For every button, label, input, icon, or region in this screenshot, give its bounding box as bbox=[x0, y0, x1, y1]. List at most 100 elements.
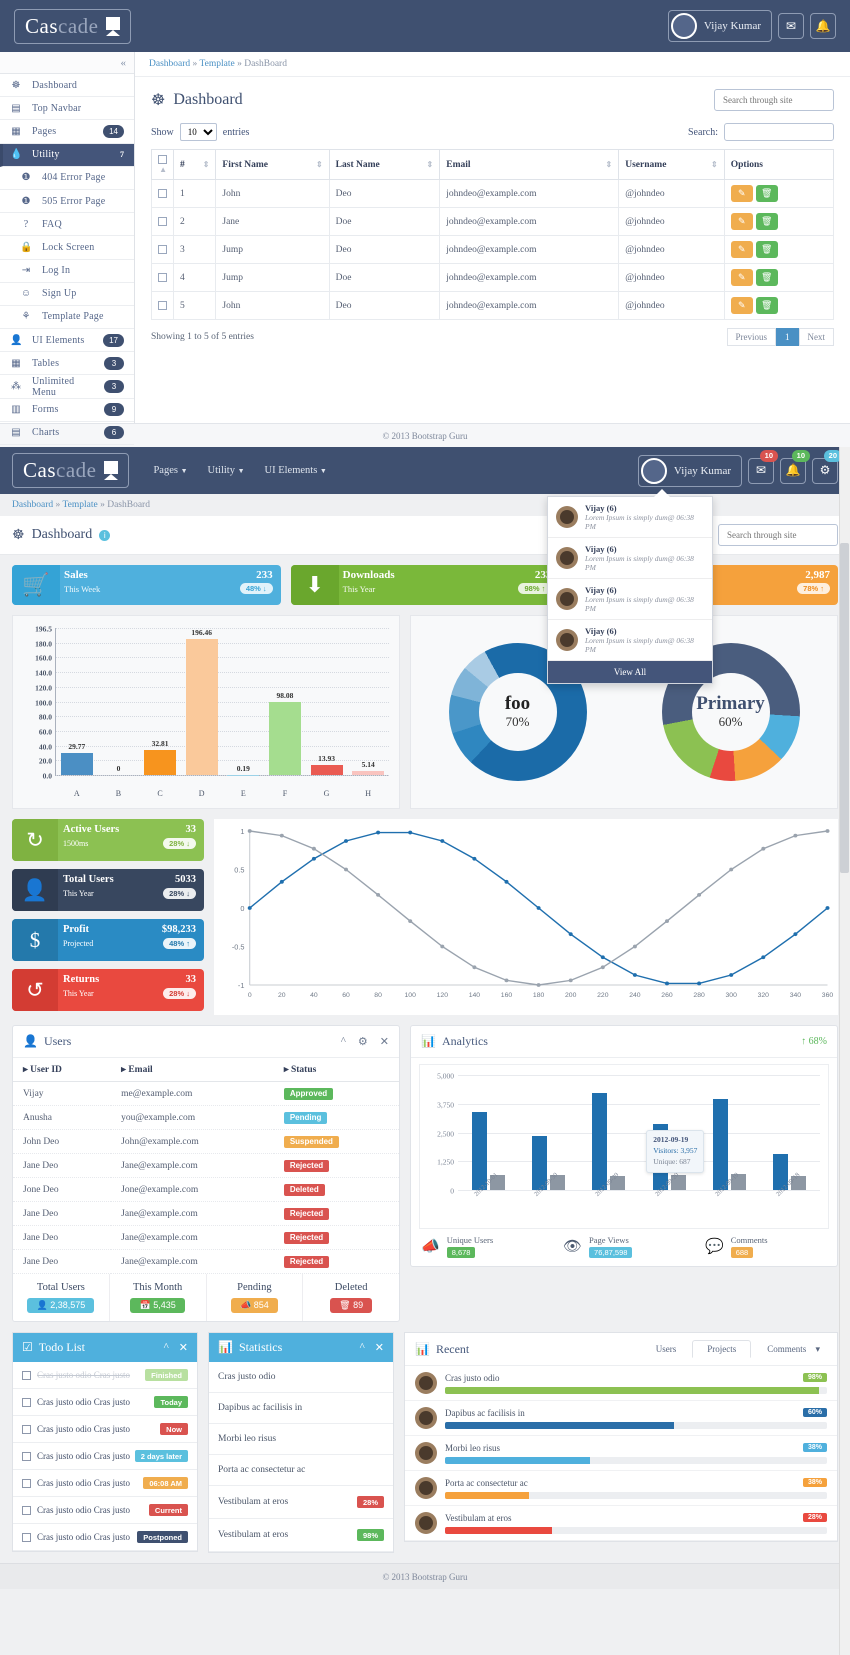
users-col-email[interactable]: ▸ Email bbox=[111, 1058, 274, 1082]
trash-icon[interactable]: 🗑 bbox=[755, 213, 778, 230]
row-checkbox-cell[interactable] bbox=[151, 291, 174, 320]
row-checkbox-cell[interactable] bbox=[151, 235, 174, 264]
breadcrumb-dashboard[interactable]: Dashboard bbox=[149, 59, 190, 69]
stat-card-downloads[interactable]: ⬇ Downloads 233 This Year 98% ↑ bbox=[290, 565, 560, 605]
tab-users[interactable]: Users bbox=[642, 1341, 691, 1357]
chevron-up-icon[interactable]: ^ bbox=[341, 1035, 346, 1048]
select-all-checkbox[interactable] bbox=[158, 155, 167, 165]
close-icon[interactable]: ✕ bbox=[380, 1035, 389, 1048]
todo-checkbox[interactable] bbox=[22, 1532, 31, 1542]
edit-icon[interactable]: ✎ bbox=[730, 269, 753, 286]
table-row[interactable]: 1 John Deo johndeo@example.com @johndeo … bbox=[151, 179, 835, 208]
edit-icon[interactable]: ✎ bbox=[730, 241, 753, 258]
stat-card-sales[interactable]: 🛒 Sales 233 This Week 48% ↓ bbox=[12, 565, 281, 605]
recent-item[interactable]: Porta ac consectetur ac 38% bbox=[405, 1471, 837, 1506]
sidebar-item-unlimited-menu[interactable]: ⁂ Unlimited Menu 3 bbox=[0, 375, 134, 399]
trash-icon[interactable]: 🗑 bbox=[755, 269, 778, 286]
table-row[interactable]: 3 Jump Deo johndeo@example.com @johndeo … bbox=[151, 235, 835, 264]
breadcrumb-dashboard-2[interactable]: Dashboard bbox=[12, 500, 53, 510]
todo-item[interactable]: Cras justo odio Cras justo Finished bbox=[13, 1362, 197, 1389]
notification-item[interactable]: Vijay (6) Lorem Ipsum is simply dum@ 06:… bbox=[548, 579, 712, 620]
todo-checkbox[interactable] bbox=[22, 1424, 31, 1434]
todo-checkbox[interactable] bbox=[22, 1370, 31, 1380]
brand-logo[interactable]: Cascade bbox=[14, 8, 132, 44]
sidebar-item-template-page[interactable]: ⚘ Template Page bbox=[0, 306, 134, 330]
recent-item[interactable]: Cras justo odio 98% bbox=[405, 1366, 837, 1401]
statistics-item[interactable]: Vestibulam at eros 98% bbox=[209, 1519, 393, 1552]
row-checkbox[interactable] bbox=[158, 188, 167, 198]
todo-checkbox[interactable] bbox=[22, 1397, 31, 1407]
sidebar-item-lock-screen[interactable]: 🔒 Lock Screen bbox=[0, 236, 134, 260]
bar[interactable] bbox=[60, 752, 93, 775]
page-1-button[interactable]: 1 bbox=[776, 328, 799, 346]
small-card-active users[interactable]: ↻ Active Users 33 1500ms 28% ↓ bbox=[12, 819, 204, 861]
sidebar-item-forms[interactable]: ▥ Forms 9 bbox=[0, 399, 134, 422]
table-row[interactable]: 2 Jane Doe johndeo@example.com @johndeo … bbox=[151, 207, 835, 236]
select-all-header[interactable]: ▲ bbox=[151, 149, 174, 180]
edit-icon[interactable]: ✎ bbox=[730, 185, 753, 202]
sidebar-item-utility[interactable]: 💧 Utility 7 bbox=[0, 143, 134, 167]
todo-item[interactable]: Cras justo odio Cras justo Postponed bbox=[13, 1524, 197, 1551]
sidebar-item-505-error-page[interactable]: ❶ 505 Error Page bbox=[0, 190, 134, 214]
statistics-item[interactable]: Vestibulam at eros 28% bbox=[209, 1486, 393, 1519]
small-card-profit[interactable]: $ Profit $98,233 Projected 48% ↑ bbox=[12, 919, 204, 961]
user-menu-2[interactable]: Vijay Kumar bbox=[637, 454, 742, 487]
sidebar-item-sign-up[interactable]: ☺ Sign Up bbox=[0, 283, 134, 306]
recent-item[interactable]: Vestibulam at eros 28% bbox=[405, 1506, 837, 1541]
bar-visitors[interactable] bbox=[712, 1099, 728, 1190]
row-checkbox[interactable] bbox=[158, 272, 167, 282]
recent-item[interactable]: Morbi leo risus 38% bbox=[405, 1436, 837, 1471]
row-checkbox[interactable] bbox=[158, 216, 167, 226]
gears-icon[interactable]: ⚙ 20 bbox=[812, 449, 842, 484]
table-row[interactable]: 5 John Deo johndeo@example.com @johndeo … bbox=[151, 291, 835, 320]
bar[interactable] bbox=[268, 701, 301, 775]
bar-visitors[interactable] bbox=[471, 1112, 487, 1190]
breadcrumb-template-2[interactable]: Template bbox=[63, 500, 98, 510]
table-row[interactable]: John Deo John@example.com Suspended bbox=[13, 1129, 399, 1154]
bell-icon[interactable]: 🔔 10 bbox=[780, 449, 810, 484]
todo-item[interactable]: Cras justo odio Cras justo 2 days later bbox=[13, 1443, 197, 1470]
col-lastname[interactable]: Last Name ⇕ bbox=[328, 149, 441, 180]
nav-item-pages[interactable]: Pages ▼ bbox=[153, 465, 187, 476]
brand-logo-2[interactable]: Cascade bbox=[12, 453, 130, 488]
table-row[interactable]: 4 Jump Doe johndeo@example.com @johndeo … bbox=[151, 263, 835, 292]
col-num[interactable]: # ⇕ bbox=[172, 149, 217, 180]
row-checkbox-cell[interactable] bbox=[151, 263, 174, 292]
envelope-icon[interactable]: ✉ bbox=[778, 13, 804, 39]
nav-item-utility[interactable]: Utility ▼ bbox=[208, 465, 245, 476]
table-row[interactable]: Vijay me@example.com Approved bbox=[13, 1081, 399, 1106]
small-card-total users[interactable]: 👤 Total Users 5033 This Year 28% ↓ bbox=[12, 869, 204, 911]
row-checkbox[interactable] bbox=[158, 244, 167, 254]
trash-icon[interactable]: 🗑 bbox=[755, 185, 778, 202]
sidebar-item-charts[interactable]: ▤ Charts 6 bbox=[0, 422, 134, 445]
next-page-button[interactable]: Next bbox=[798, 328, 834, 346]
small-card-returns[interactable]: ↺ Returns 33 This Year 28% ↓ bbox=[12, 969, 204, 1011]
sidebar-item-top-navbar[interactable]: ▤ Top Navbar bbox=[0, 97, 134, 121]
sidebar-collapse-button[interactable]: « bbox=[0, 52, 134, 74]
sidebar-item-dashboard[interactable]: ☸ Dashboard bbox=[0, 74, 134, 98]
bar[interactable] bbox=[144, 750, 177, 775]
sidebar-item-log-in[interactable]: ⇥ Log In bbox=[0, 260, 134, 283]
todo-item[interactable]: Cras justo odio Cras justo Current bbox=[13, 1497, 197, 1524]
edit-icon[interactable]: ✎ bbox=[730, 297, 753, 314]
bar[interactable] bbox=[310, 764, 343, 775]
recent-item[interactable]: Dapibus ac facilisis in 60% bbox=[405, 1401, 837, 1436]
row-checkbox[interactable] bbox=[158, 300, 167, 310]
sidebar-item-404-error-page[interactable]: ❶ 404 Error Page bbox=[0, 167, 134, 190]
chevron-up-icon[interactable]: ^ bbox=[164, 1341, 169, 1354]
bell-icon[interactable]: 🔔 bbox=[810, 13, 836, 39]
bar[interactable] bbox=[185, 639, 218, 775]
statistics-item[interactable]: Morbi leo risus bbox=[209, 1424, 393, 1455]
search-input[interactable] bbox=[714, 89, 834, 111]
table-row[interactable]: Jane Deo Jane@example.com Rejected bbox=[13, 1153, 399, 1178]
sidebar-item-tables[interactable]: ▦ Tables 3 bbox=[0, 352, 134, 376]
col-firstname[interactable]: First Name ⇕ bbox=[215, 149, 330, 180]
sidebar-item-ui-elements[interactable]: 👤 UI Elements 17 bbox=[0, 329, 134, 353]
col-options[interactable]: Options bbox=[723, 149, 835, 180]
gear-icon[interactable]: ⚙ bbox=[358, 1035, 368, 1048]
trash-icon[interactable]: 🗑 bbox=[755, 241, 778, 258]
entries-select[interactable]: 10 bbox=[179, 123, 217, 141]
envelope-icon[interactable]: ✉ 10 bbox=[748, 449, 778, 484]
table-row[interactable]: Jane Deo Jane@example.com Rejected bbox=[13, 1201, 399, 1226]
prev-page-button[interactable]: Previous bbox=[726, 328, 776, 346]
